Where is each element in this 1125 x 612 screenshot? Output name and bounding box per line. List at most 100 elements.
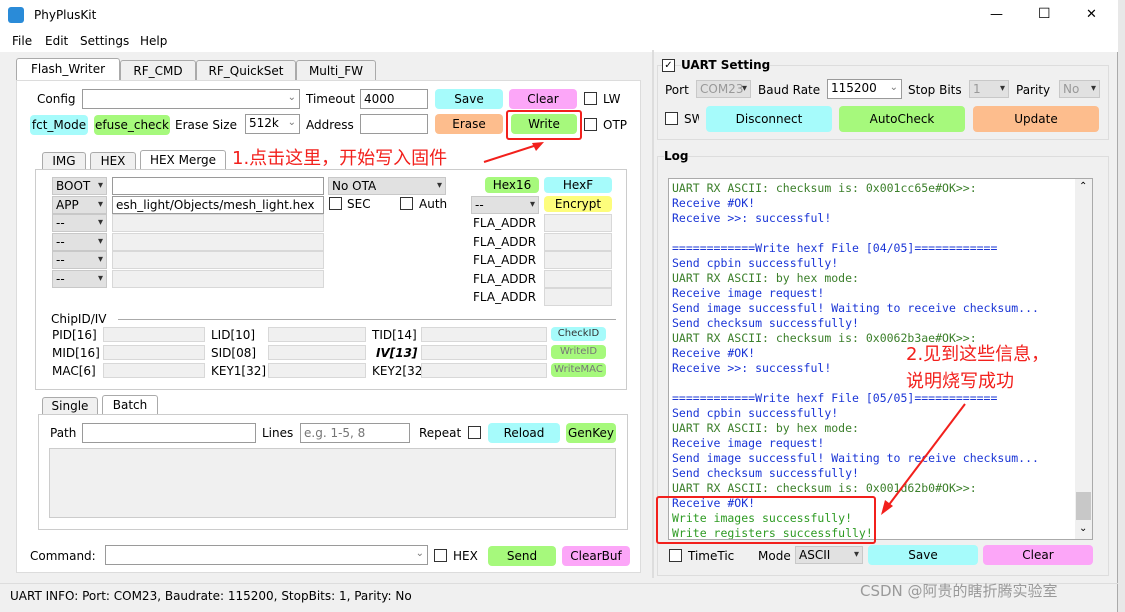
command-input[interactable]: [105, 545, 428, 565]
menu-settings[interactable]: Settings: [80, 35, 129, 47]
tab-multi-fw[interactable]: Multi_FW: [296, 60, 376, 82]
timetic-label: TimeTic: [688, 549, 735, 563]
splitter[interactable]: [652, 50, 654, 578]
chipid-input[interactable]: [268, 345, 366, 360]
encrypt-select[interactable]: --: [471, 196, 539, 214]
log-clear-button[interactable]: Clear: [983, 545, 1093, 565]
chipid-input[interactable]: [421, 327, 547, 342]
scroll-thumb[interactable]: [1076, 492, 1091, 520]
reload-button[interactable]: Reload: [488, 423, 560, 443]
send-button[interactable]: Send: [488, 546, 556, 566]
scroll-down-icon[interactable]: ⌄: [1079, 523, 1087, 534]
otp-checkbox[interactable]: [584, 118, 597, 131]
hex-path-input[interactable]: [112, 251, 324, 269]
fct-mode-button[interactable]: fct_Mode: [30, 115, 88, 135]
ota-select[interactable]: No OTA: [328, 177, 446, 195]
hex-type-select[interactable]: --: [52, 214, 107, 232]
repeat-checkbox[interactable]: [468, 426, 481, 439]
tab-batch[interactable]: Batch: [102, 395, 158, 415]
encrypt-button[interactable]: Encrypt: [544, 196, 612, 212]
tab-rf-quickset[interactable]: RF_QuickSet: [196, 60, 296, 82]
timetic-checkbox[interactable]: [669, 549, 682, 562]
stop-bits-select[interactable]: 1: [969, 80, 1009, 98]
hex-type-select[interactable]: --: [52, 251, 107, 269]
chipid-input[interactable]: [103, 345, 205, 360]
fla-addr-input[interactable]: [544, 288, 612, 306]
fla-addr-input[interactable]: [544, 269, 612, 288]
fla-addr-input[interactable]: [544, 251, 612, 269]
hex-type-select[interactable]: --: [52, 232, 107, 251]
fla-addr-input[interactable]: [544, 232, 612, 251]
hex-type-select[interactable]: BOOT: [52, 177, 107, 195]
fla-addr-input[interactable]: [544, 214, 612, 232]
chipid-button[interactable]: CheckID: [551, 327, 606, 341]
sec-checkbox[interactable]: [329, 197, 342, 210]
address-label: Address: [306, 118, 354, 132]
uart-setting-checkbox[interactable]: ✓: [662, 59, 675, 72]
port-select[interactable]: COM23: [696, 80, 751, 98]
hex-path-input[interactable]: [112, 177, 324, 195]
hexf-button[interactable]: HexF: [544, 177, 612, 193]
chipid-divider: [118, 319, 616, 320]
update-button[interactable]: Update: [973, 106, 1099, 132]
clearbuf-button[interactable]: ClearBuf: [562, 546, 630, 566]
lw-checkbox[interactable]: [584, 92, 597, 105]
window-title: PhyPlusKit: [34, 8, 97, 22]
auth-checkbox[interactable]: [400, 197, 413, 210]
autocheck-button[interactable]: AutoCheck: [839, 106, 965, 132]
chipid-button[interactable]: WriteID: [551, 345, 606, 359]
maximize-button[interactable]: ☐: [1038, 7, 1051, 21]
save-config-button[interactable]: Save: [435, 89, 503, 109]
hex-type-select[interactable]: APP: [52, 195, 107, 214]
efuse-check-button[interactable]: efuse_check: [94, 115, 170, 135]
sw-checkbox[interactable]: [665, 112, 678, 125]
disconnect-button[interactable]: Disconnect: [706, 106, 832, 132]
hex-path-input[interactable]: esh_light/Objects/mesh_light.hex: [112, 195, 324, 214]
hex-checkbox[interactable]: [434, 549, 447, 562]
menu-edit[interactable]: Edit: [45, 35, 68, 47]
log-line: UART RX ASCII: checksum is: 0x001d62b0#O…: [672, 481, 977, 495]
status-bar-text: UART INFO: Port: COM23, Baudrate: 115200…: [10, 589, 412, 603]
chipid-input[interactable]: [103, 363, 205, 378]
tab-rf-cmd[interactable]: RF_CMD: [120, 60, 196, 82]
batch-list[interactable]: [49, 448, 616, 518]
log-scrollbar[interactable]: ⌃ ⌄: [1075, 179, 1092, 539]
log-save-button[interactable]: Save: [868, 545, 978, 565]
hex-path-input[interactable]: [112, 232, 324, 251]
chipid-input[interactable]: [421, 363, 547, 378]
config-select[interactable]: [82, 89, 300, 109]
erase-size-select[interactable]: 512k: [245, 114, 300, 134]
tab-single[interactable]: Single: [42, 397, 98, 415]
hex16-button[interactable]: Hex16: [485, 177, 539, 193]
hex-type-select[interactable]: --: [52, 269, 107, 288]
timeout-input[interactable]: 4000: [360, 89, 428, 109]
hex-path-input[interactable]: [112, 214, 324, 232]
chipid-input[interactable]: [421, 345, 547, 360]
address-input[interactable]: [360, 114, 428, 134]
subtab-img[interactable]: IMG: [42, 152, 86, 170]
chipid-label: IV[13]: [376, 346, 418, 360]
mode-label: Mode: [758, 549, 791, 563]
subtab-hex-merge[interactable]: HEX Merge: [140, 150, 226, 170]
parity-select[interactable]: No: [1059, 80, 1100, 98]
command-label: Command:: [30, 549, 96, 563]
minimize-button[interactable]: —: [990, 8, 1003, 21]
menu-file[interactable]: File: [12, 35, 32, 47]
menu-help[interactable]: Help: [140, 35, 167, 47]
baud-rate-select[interactable]: 115200: [827, 79, 902, 99]
chipid-input[interactable]: [268, 327, 366, 342]
close-button[interactable]: ✕: [1086, 8, 1097, 21]
chipid-button[interactable]: WriteMAC: [551, 363, 606, 377]
subtab-hex[interactable]: HEX: [90, 152, 136, 170]
erase-button[interactable]: Erase: [435, 114, 503, 134]
mode-select[interactable]: ASCII: [795, 546, 863, 564]
lines-input[interactable]: [300, 423, 410, 443]
hex-path-input[interactable]: [112, 269, 324, 288]
chipid-input[interactable]: [103, 327, 205, 342]
genkey-button[interactable]: GenKey: [566, 423, 616, 443]
path-input[interactable]: [82, 423, 256, 443]
tab-flash-writer[interactable]: Flash_Writer: [16, 58, 120, 80]
scroll-up-icon[interactable]: ⌃: [1079, 181, 1087, 192]
clear-button[interactable]: Clear: [509, 89, 577, 109]
chipid-input[interactable]: [268, 363, 366, 378]
